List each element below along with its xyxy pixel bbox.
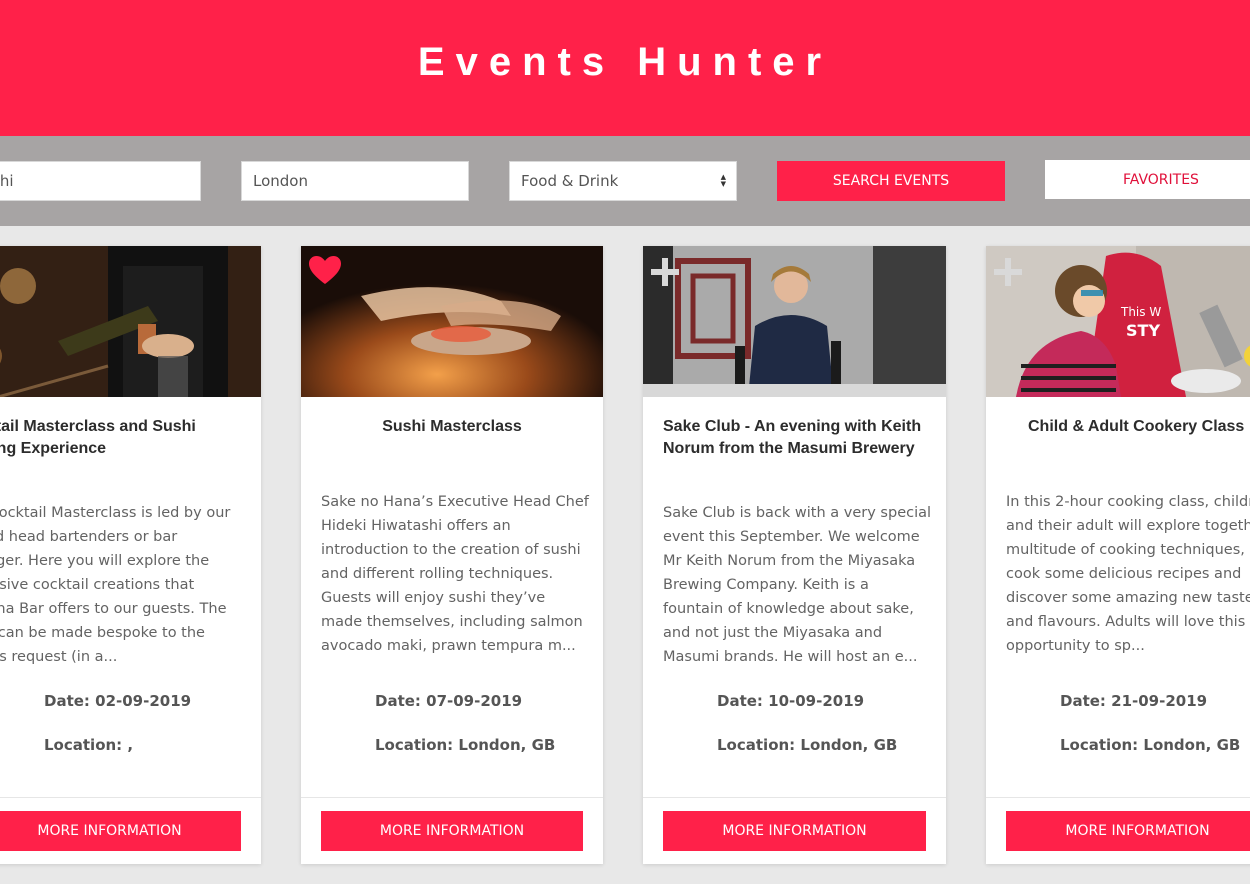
card-divider <box>0 797 261 798</box>
keyword-input[interactable]: shi <box>0 161 201 201</box>
more-information-button[interactable]: MORE INFORMATION <box>0 811 241 851</box>
event-card: Sushi Masterclass Sake no Hana’s Executi… <box>301 246 603 864</box>
plus-icon[interactable] <box>992 256 1024 288</box>
search-events-button[interactable]: SEARCH EVENTS <box>777 161 1005 201</box>
card-divider <box>301 797 603 798</box>
event-date: Date: 07-09-2019 <box>375 692 523 710</box>
more-information-button[interactable]: MORE INFORMATION <box>663 811 926 851</box>
event-image: This W STY <box>986 246 1250 397</box>
event-location: Location: London, GB <box>375 736 556 754</box>
event-date: Date: 02-09-2019 <box>44 692 192 710</box>
svg-text:This W: This W <box>1120 305 1161 319</box>
location-input[interactable]: London <box>241 161 469 201</box>
heart-icon[interactable] <box>307 254 343 286</box>
event-description: In this 2-hour cooking class, children a… <box>1006 494 1250 654</box>
event-card: This W STY Child & Adult Cookery Class I… <box>986 246 1250 864</box>
event-description: Sake no Hana’s Executive Head Chef Hidek… <box>321 494 589 654</box>
select-arrows-icon: ▲ ▼ <box>720 173 726 188</box>
event-image <box>301 246 603 397</box>
event-date: Date: 21-09-2019 <box>1060 692 1208 710</box>
search-bar: shi London Food & Drink ▲▼ SEARCH EVENTS… <box>0 136 1250 226</box>
card-divider <box>986 797 1250 798</box>
favorites-button[interactable]: FAVORITES <box>1045 160 1250 199</box>
location-input-value: London <box>253 172 308 190</box>
keyword-input-value: shi <box>0 172 14 190</box>
event-location: Location: London, GB <box>717 736 898 754</box>
event-card: Sake Club - An evening with Keith Norum … <box>643 246 946 864</box>
event-image <box>0 246 261 397</box>
event-description: Sake Club is back with a very special ev… <box>663 505 932 665</box>
event-location: Location: London, GB <box>1060 736 1241 754</box>
event-description: r Cocktail Masterclass is led by our lle… <box>0 505 231 665</box>
event-date: Date: 10-09-2019 <box>717 692 865 710</box>
more-information-button[interactable]: MORE INFORMATION <box>321 811 583 851</box>
card-divider <box>643 797 946 798</box>
event-title: Sushi Masterclass <box>382 418 522 435</box>
event-title: Sake Club - An evening with Keith Norum … <box>663 418 922 457</box>
event-title: Child & Adult Cookery Class <box>1028 418 1245 435</box>
event-title: cktail Masterclass and Sushi sting Exper… <box>0 418 196 457</box>
event-image <box>643 246 946 397</box>
event-card: cktail Masterclass and Sushi sting Exper… <box>0 246 261 864</box>
plus-icon[interactable] <box>649 256 681 288</box>
category-select-value: Food & Drink <box>521 172 619 190</box>
svg-text:STY: STY <box>1126 321 1160 340</box>
site-title: Events Hunter <box>417 39 833 84</box>
more-information-button[interactable]: MORE INFORMATION <box>1006 811 1250 851</box>
site-header: Events Hunter <box>0 0 1250 136</box>
category-select[interactable]: Food & Drink ▲ ▼ <box>509 161 737 201</box>
event-location: Location: , <box>44 736 134 754</box>
